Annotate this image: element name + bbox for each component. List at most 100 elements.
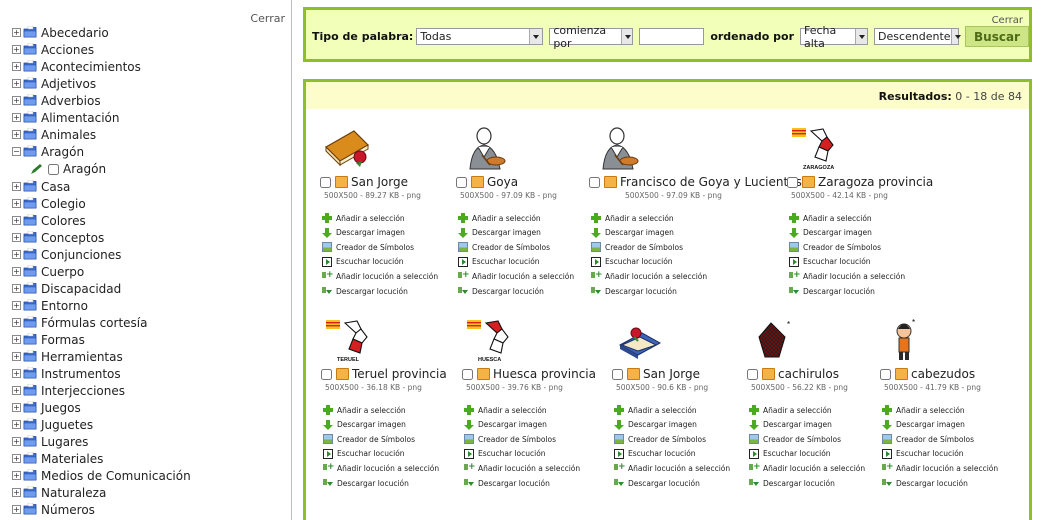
add-to-selection-link[interactable]: Añadir a selección xyxy=(322,213,405,223)
expand-icon[interactable]: + xyxy=(12,488,21,497)
result-checkbox[interactable] xyxy=(589,176,600,188)
download-audio-link[interactable]: Descargar locución xyxy=(323,478,409,488)
download-image-link[interactable]: Descargar imagen xyxy=(882,419,965,430)
listen-audio-link[interactable]: Escuchar locución xyxy=(591,256,673,267)
download-audio-link[interactable]: Descargar locución xyxy=(614,478,700,488)
download-audio-link[interactable]: Descargar locución xyxy=(464,478,550,488)
expand-icon[interactable]: + xyxy=(12,267,21,276)
partial-thumbnail[interactable]: * xyxy=(756,514,780,520)
symbol-creator-link[interactable]: Creador de Símbolos xyxy=(591,242,683,253)
result-checkbox[interactable] xyxy=(880,368,891,380)
expand-icon[interactable]: + xyxy=(12,79,21,88)
tree-node[interactable]: + Casa xyxy=(12,178,282,195)
tree-node[interactable]: + Colores xyxy=(12,212,282,229)
tree-node[interactable]: + Números xyxy=(12,501,282,518)
tree-node[interactable]: + Fórmulas cortesía xyxy=(12,314,282,331)
tree-node[interactable]: + Entorno xyxy=(12,297,282,314)
expand-icon[interactable]: + xyxy=(12,28,21,37)
listen-audio-link[interactable]: Escuchar locución xyxy=(614,448,696,459)
expand-icon[interactable]: + xyxy=(12,454,21,463)
symbol-creator-link[interactable]: Creador de Símbolos xyxy=(614,434,706,445)
tree-node[interactable]: + Colegio xyxy=(12,195,282,212)
symbol-creator-link[interactable]: Creador de Símbolos xyxy=(789,242,881,253)
expand-icon[interactable]: + xyxy=(12,199,21,208)
add-audio-to-selection-link[interactable]: Añadir locución a selección xyxy=(322,271,438,281)
download-audio-link[interactable]: Descargar locución xyxy=(882,478,968,488)
tree-node[interactable]: + Materiales xyxy=(12,450,282,467)
download-audio-link[interactable]: Descargar locución xyxy=(458,286,544,296)
add-to-selection-link[interactable]: Añadir a selección xyxy=(458,213,541,223)
tree-node[interactable]: + Abecedario xyxy=(12,24,282,41)
order-select[interactable]: Fecha alta xyxy=(800,24,868,50)
listen-audio-link[interactable]: Escuchar locución xyxy=(322,256,404,267)
add-audio-to-selection-link[interactable]: Añadir locución a selección xyxy=(749,463,865,473)
tree-node[interactable]: + Conceptos xyxy=(12,229,282,246)
tree-node[interactable]: + Alimentación xyxy=(12,109,282,126)
listen-audio-link[interactable]: Escuchar locución xyxy=(464,448,546,459)
symbol-creator-link[interactable]: Creador de Símbolos xyxy=(749,434,841,445)
symbol-creator-link[interactable]: Creador de Símbolos xyxy=(323,434,415,445)
cabezudo-figure-icon[interactable]: * xyxy=(884,318,934,363)
expand-icon[interactable]: + xyxy=(12,437,21,446)
tree-node[interactable]: + Formas xyxy=(12,331,282,348)
expand-icon[interactable]: + xyxy=(12,130,21,139)
tree-node[interactable]: + Conjunciones xyxy=(12,246,282,263)
listen-audio-link[interactable]: Escuchar locución xyxy=(458,256,540,267)
download-image-link[interactable]: Descargar imagen xyxy=(591,227,674,238)
tree-node[interactable]: + Discapacidad xyxy=(12,280,282,297)
add-audio-to-selection-link[interactable]: Añadir locución a selección xyxy=(614,463,730,473)
download-audio-link[interactable]: Descargar locución xyxy=(789,286,875,296)
result-checkbox[interactable] xyxy=(320,176,331,188)
tree-node[interactable]: + Instrumentos xyxy=(12,365,282,382)
tree-node[interactable]: + Herramientas xyxy=(12,348,282,365)
tree-node[interactable]: + Juguetes xyxy=(12,416,282,433)
expand-icon[interactable]: + xyxy=(12,318,21,327)
expand-icon[interactable]: + xyxy=(12,386,21,395)
tree-node[interactable]: − Aragón xyxy=(12,143,282,160)
result-title[interactable]: San Jorge xyxy=(351,175,408,189)
add-to-selection-link[interactable]: Añadir a selección xyxy=(882,405,965,415)
book-rose-icon[interactable] xyxy=(324,127,374,171)
add-audio-to-selection-link[interactable]: Añadir locución a selección xyxy=(323,463,439,473)
result-checkbox[interactable] xyxy=(456,176,467,188)
result-title[interactable]: Huesca provincia xyxy=(493,367,596,381)
expand-icon[interactable]: + xyxy=(12,216,21,225)
goya-portrait-icon[interactable] xyxy=(460,127,510,171)
tree-node[interactable]: + Adverbios xyxy=(12,92,282,109)
expand-icon[interactable]: + xyxy=(12,182,21,191)
symbol-creator-link[interactable]: Creador de Símbolos xyxy=(882,434,974,445)
collapse-icon[interactable]: − xyxy=(12,147,21,156)
download-image-link[interactable]: Descargar imagen xyxy=(458,227,541,238)
download-audio-link[interactable]: Descargar locución xyxy=(591,286,677,296)
match-select[interactable]: comienza por xyxy=(549,24,634,50)
expand-icon[interactable]: + xyxy=(12,420,21,429)
add-audio-to-selection-link[interactable]: Añadir locución a selección xyxy=(882,463,998,473)
download-image-link[interactable]: Descargar imagen xyxy=(323,419,406,430)
tree-leaf-checkbox[interactable] xyxy=(48,163,59,175)
add-audio-to-selection-link[interactable]: Añadir locución a selección xyxy=(591,271,707,281)
expand-icon[interactable]: + xyxy=(12,352,21,361)
tree-node[interactable]: + Acontecimientos xyxy=(12,58,282,75)
expand-icon[interactable]: + xyxy=(12,335,21,344)
download-audio-link[interactable]: Descargar locución xyxy=(749,478,835,488)
partial-thumbnail[interactable]: * xyxy=(476,514,500,520)
partial-thumbnail[interactable]: * xyxy=(626,514,650,520)
search-close-link[interactable]: Cerrar xyxy=(992,15,1023,26)
add-audio-to-selection-link[interactable]: Añadir locución a selección xyxy=(458,271,574,281)
search-button[interactable]: Buscar xyxy=(965,26,1029,47)
expand-icon[interactable]: + xyxy=(12,505,21,514)
map-huesca-icon[interactable]: HUESCA xyxy=(466,319,516,363)
map-teruel-icon[interactable]: TERUEL xyxy=(325,319,375,363)
add-to-selection-link[interactable]: Añadir a selección xyxy=(464,405,547,415)
tree-node[interactable]: + Animales xyxy=(12,126,282,143)
add-audio-to-selection-link[interactable]: Añadir locución a selección xyxy=(789,271,905,281)
expand-icon[interactable]: + xyxy=(12,96,21,105)
result-checkbox[interactable] xyxy=(462,368,473,380)
tree-node[interactable]: + Adjetivos xyxy=(12,75,282,92)
symbol-creator-link[interactable]: Creador de Símbolos xyxy=(458,242,550,253)
download-image-link[interactable]: Descargar imagen xyxy=(789,227,872,238)
listen-audio-link[interactable]: Escuchar locución xyxy=(882,448,964,459)
add-to-selection-link[interactable]: Añadir a selección xyxy=(323,405,406,415)
result-title[interactable]: cabezudos xyxy=(911,367,975,381)
expand-icon[interactable]: + xyxy=(12,62,21,71)
